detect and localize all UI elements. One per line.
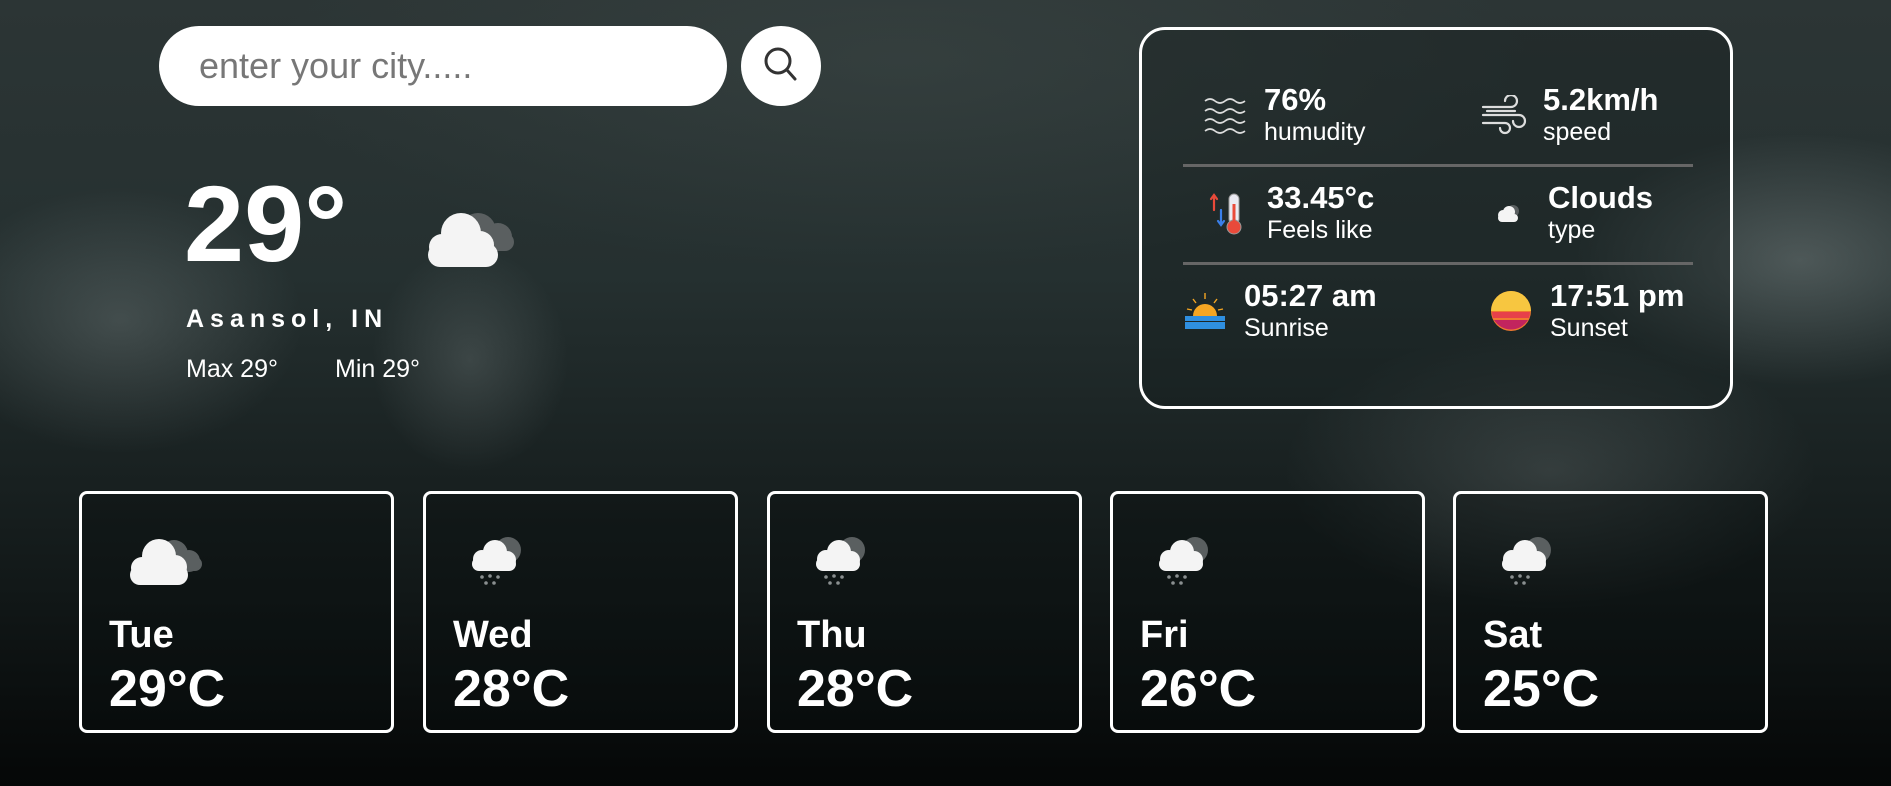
forecast-day: Wed bbox=[453, 614, 533, 656]
humidity-icon bbox=[1204, 98, 1246, 134]
humidity-value: 76% bbox=[1264, 82, 1327, 117]
forecast-day: Fri bbox=[1140, 614, 1189, 656]
forecast-card-wed: Wed 28°C bbox=[423, 491, 738, 733]
divider bbox=[1183, 262, 1693, 265]
sunrise-value: 05:27 am bbox=[1244, 278, 1377, 313]
cloud-icon bbox=[130, 539, 202, 585]
forecast-card-fri: Fri 26°C bbox=[1110, 491, 1425, 733]
forecast-temp: 26°C bbox=[1140, 660, 1257, 718]
wind-item: 5.2km/h speed bbox=[1479, 83, 1658, 147]
forecast-temp: 28°C bbox=[797, 660, 914, 718]
sunrise-label: Sunrise bbox=[1244, 314, 1329, 342]
thermometer-icon bbox=[1209, 193, 1242, 235]
max-temperature: Max 29° bbox=[186, 355, 278, 383]
forecast-temp: 29°C bbox=[109, 660, 226, 718]
rain-cloud-icon bbox=[816, 537, 865, 585]
weather-details-card: 76% humudity 5.2km/h speed 33.45°c Feels… bbox=[1139, 27, 1733, 409]
feels-like-label: Feels like bbox=[1267, 216, 1373, 244]
sunset-icon bbox=[1491, 291, 1531, 331]
forecast-day: Thu bbox=[797, 614, 867, 656]
wind-speed-value: 5.2km/h bbox=[1543, 82, 1659, 117]
rain-cloud-icon bbox=[472, 537, 521, 585]
feels-like-value: 33.45°c bbox=[1267, 180, 1375, 215]
cloud-icon bbox=[428, 213, 514, 267]
sunset-label: Sunset bbox=[1550, 314, 1628, 342]
search-icon bbox=[764, 47, 797, 81]
sunrise-icon bbox=[1185, 293, 1225, 329]
forecast-card-sat: Sat 25°C bbox=[1453, 491, 1768, 733]
forecast-card-tue: Tue 29°C bbox=[79, 491, 394, 733]
weather-type-value: Clouds bbox=[1548, 180, 1654, 215]
humidity-label: humudity bbox=[1264, 118, 1366, 146]
forecast-card-thu: Thu 28°C bbox=[767, 491, 1082, 733]
forecast-temp: 28°C bbox=[453, 660, 570, 718]
rain-cloud-icon bbox=[1502, 537, 1551, 585]
sunset-value: 17:51 pm bbox=[1550, 278, 1685, 313]
forecast-temp: 25°C bbox=[1483, 660, 1600, 718]
humidity-item: 76% humudity bbox=[1200, 83, 1365, 147]
wind-speed-label: speed bbox=[1543, 118, 1612, 146]
weather-type-label: type bbox=[1548, 216, 1596, 244]
weather-type-item: Clouds type bbox=[1484, 181, 1653, 245]
search-button[interactable] bbox=[741, 26, 821, 106]
location-label: Asansol, IN bbox=[186, 305, 389, 333]
sunrise-item: 05:27 am Sunrise bbox=[1180, 279, 1377, 343]
small-cloud-icon bbox=[1498, 205, 1519, 222]
forecast-day: Tue bbox=[109, 614, 174, 656]
current-temperature: 29° bbox=[184, 163, 348, 284]
min-temperature: Min 29° bbox=[335, 355, 421, 383]
sunset-item: 17:51 pm Sunset bbox=[1486, 279, 1684, 343]
divider bbox=[1183, 164, 1693, 167]
feels-like-item: 33.45°c Feels like bbox=[1203, 181, 1374, 245]
wind-icon bbox=[1481, 95, 1527, 135]
forecast-day: Sat bbox=[1483, 614, 1543, 656]
city-search-input[interactable] bbox=[159, 26, 727, 106]
rain-cloud-icon bbox=[1159, 537, 1208, 585]
